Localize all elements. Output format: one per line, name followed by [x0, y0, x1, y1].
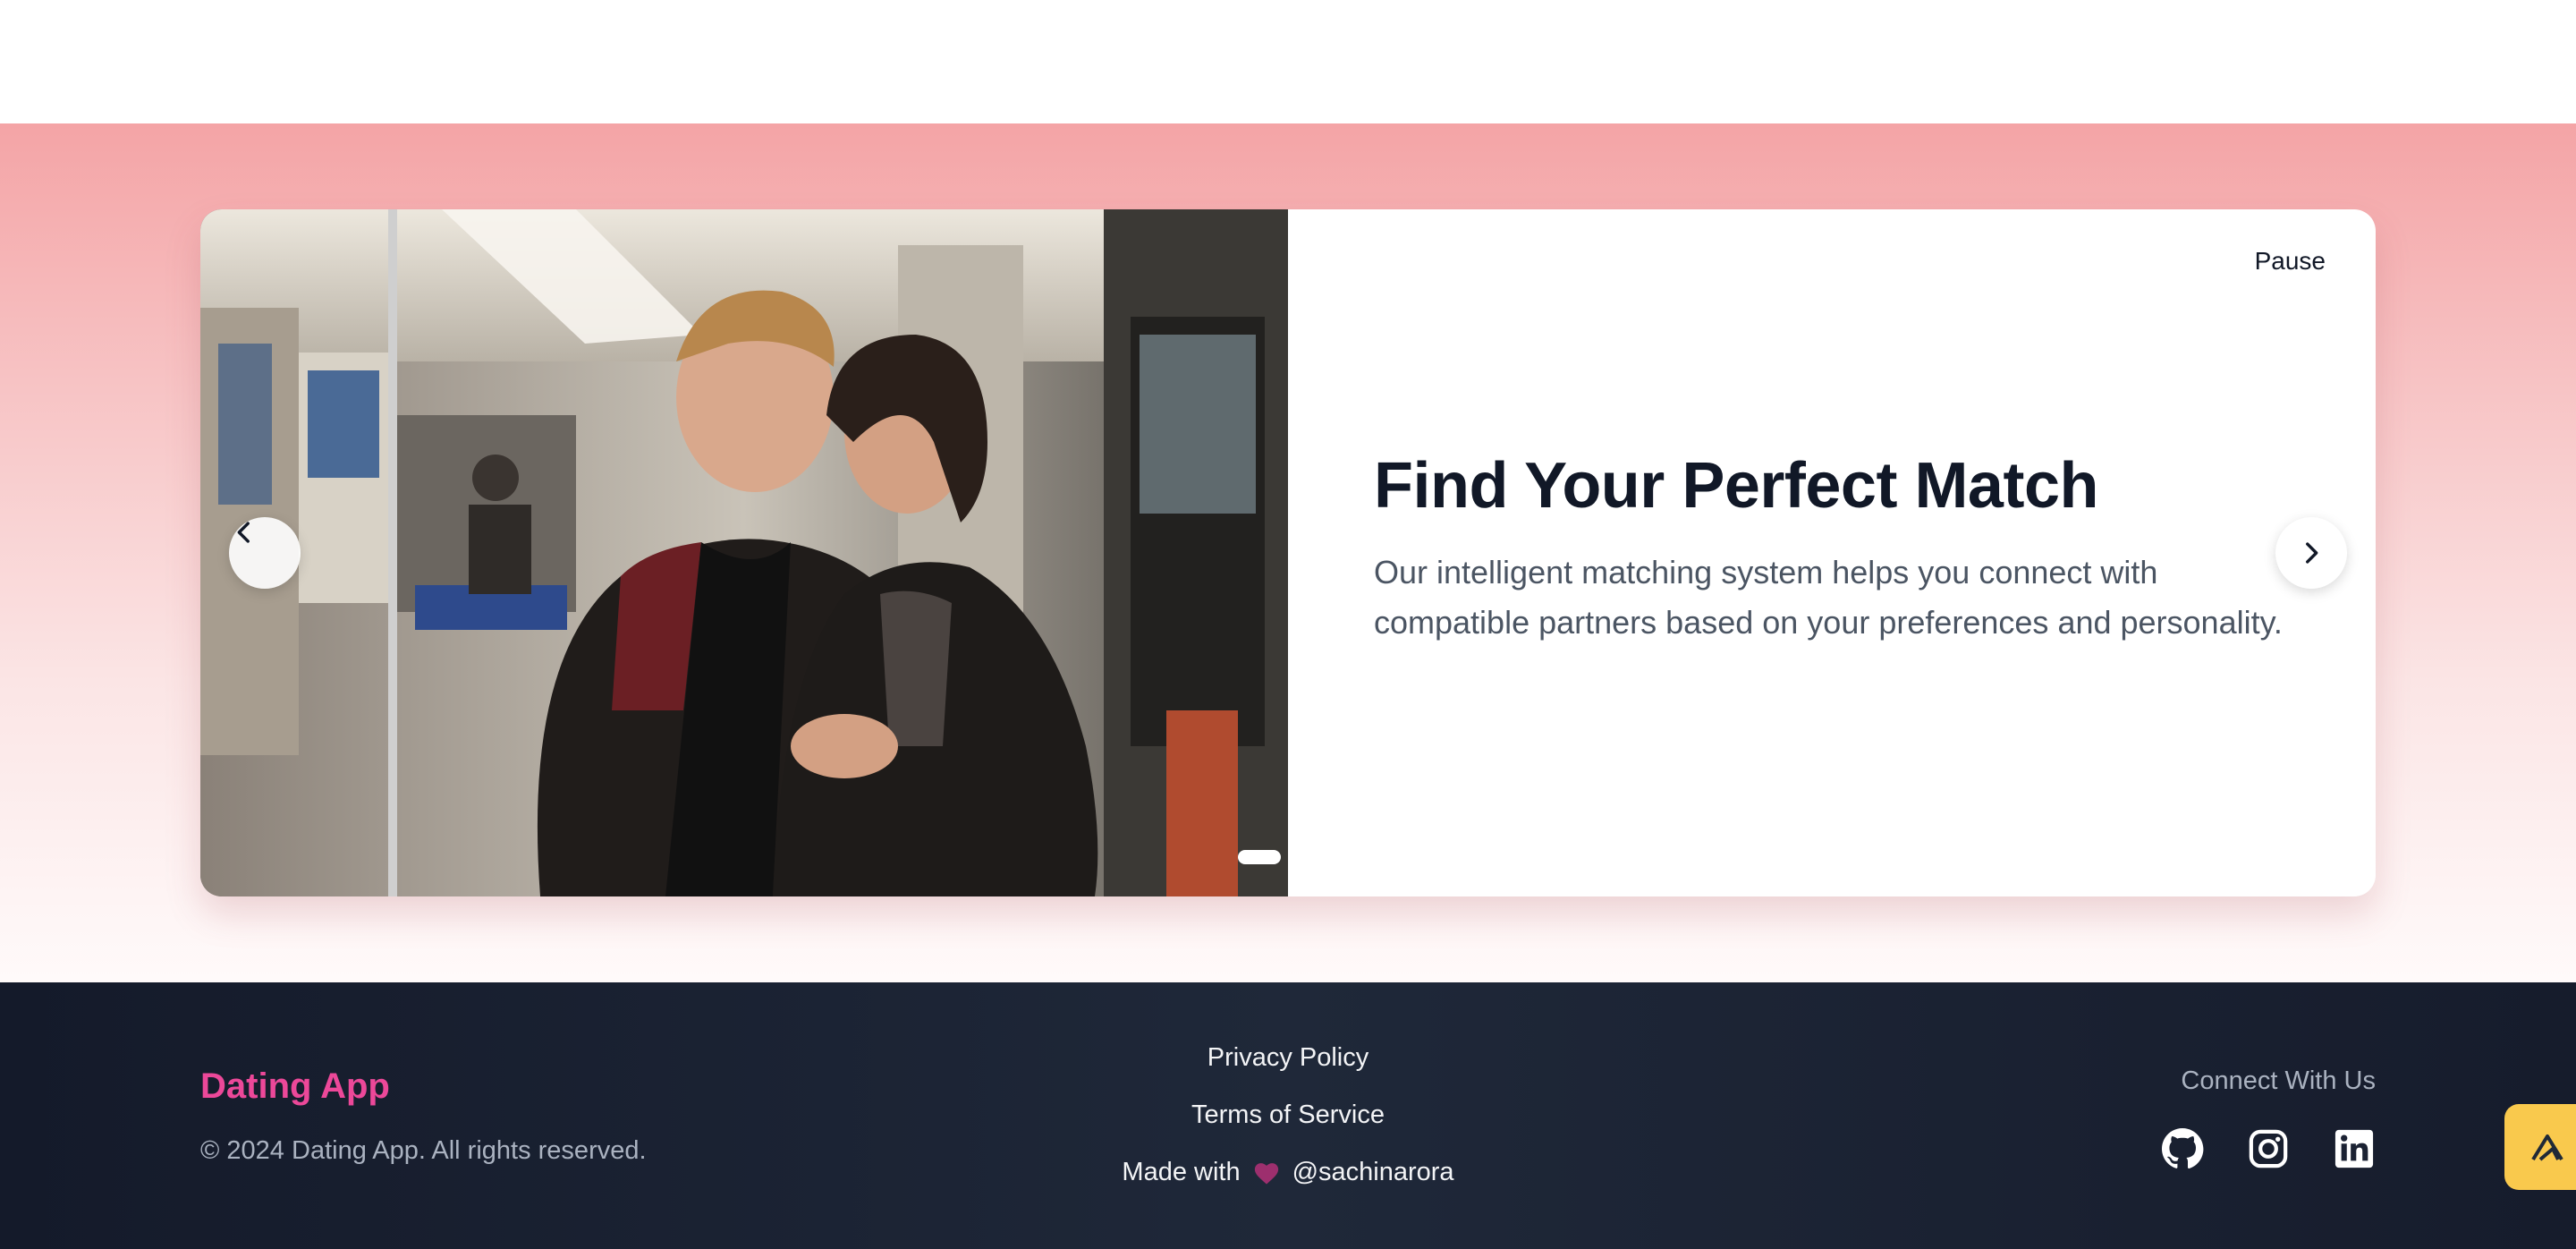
carousel-card: Pause Find Your Perfect Match Our intell…	[200, 209, 2376, 896]
social-links	[2161, 1127, 2376, 1170]
chevron-right-icon	[2306, 542, 2318, 564]
site-footer: Dating App © 2024 Dating App. All rights…	[0, 982, 2576, 1249]
author-handle-link[interactable]: @sachinarora	[1292, 1158, 1454, 1187]
hero-section: Pause Find Your Perfect Match Our intell…	[0, 123, 2576, 982]
floating-action-button[interactable]	[2504, 1104, 2576, 1190]
terms-of-service-link[interactable]: Terms of Service	[0, 1100, 2576, 1130]
logo-icon	[2531, 1134, 2563, 1161]
couple-photo	[200, 209, 1288, 896]
github-icon[interactable]	[2161, 1127, 2204, 1170]
next-slide-button[interactable]	[2275, 517, 2347, 589]
prev-slide-button[interactable]	[229, 517, 301, 589]
chevron-left-icon	[237, 522, 250, 543]
pause-button[interactable]: Pause	[2255, 247, 2326, 276]
slide-description: Our intelligent matching system helps yo…	[1374, 554, 2283, 641]
heart-icon	[1253, 1160, 1280, 1185]
slide-title: Find Your Perfect Match	[1374, 450, 2098, 522]
connect-heading: Connect With Us	[2181, 1066, 2376, 1095]
slide-indicator-dot[interactable]	[1238, 850, 1281, 864]
made-with-text: Made with	[1122, 1158, 1241, 1186]
top-navbar	[0, 0, 2576, 123]
instagram-icon[interactable]	[2247, 1127, 2290, 1170]
linkedin-icon[interactable]	[2333, 1127, 2376, 1170]
